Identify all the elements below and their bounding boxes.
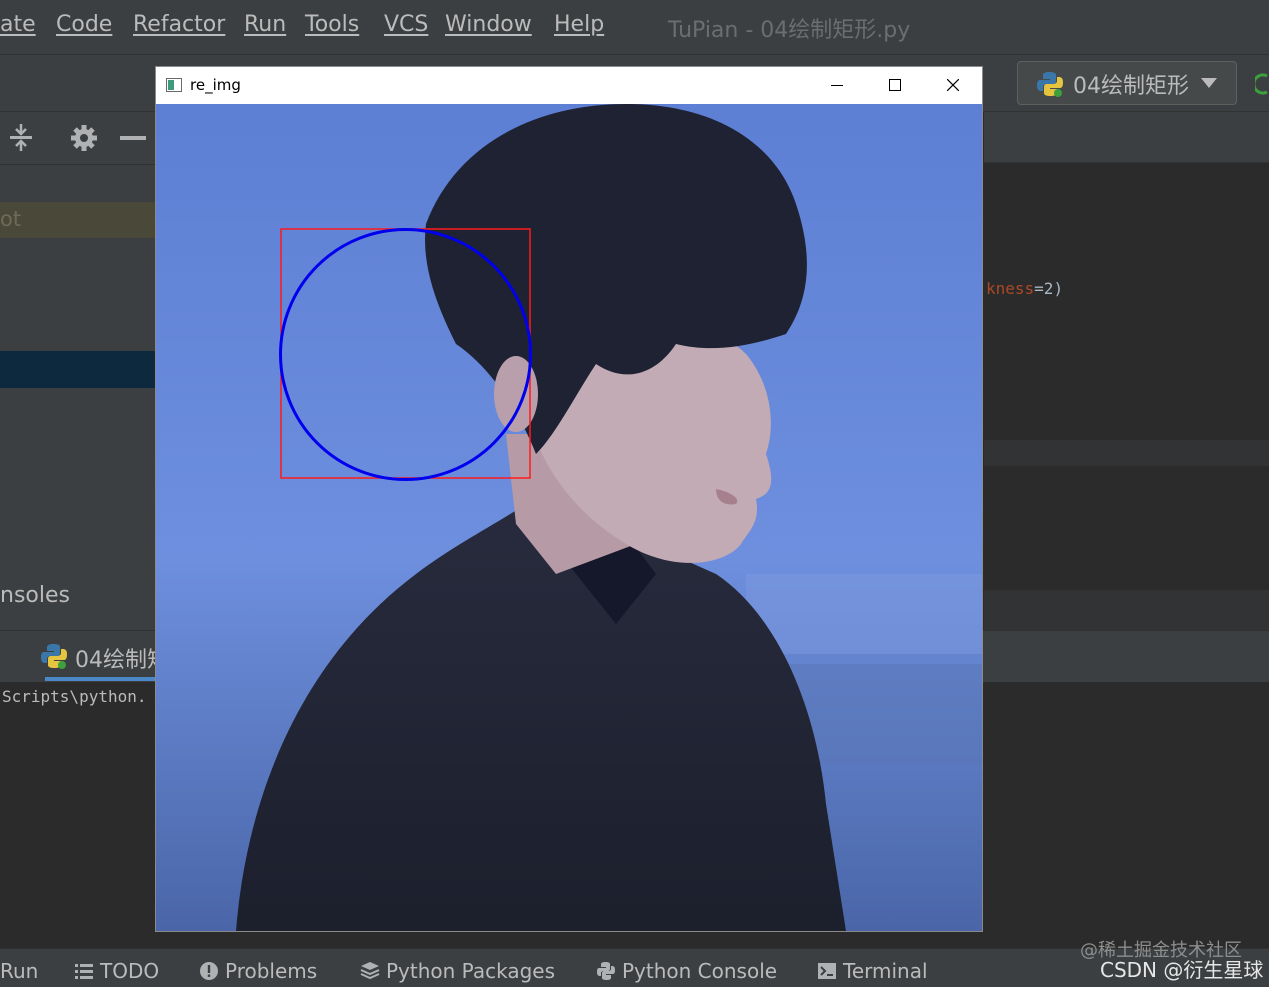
rerun-icon[interactable] — [1255, 72, 1269, 96]
bottom-tab-terminal-label: Terminal — [843, 959, 928, 983]
ide-window-title: TuPian - 04绘制矩形.py — [668, 18, 911, 43]
bottom-tab-problems[interactable]: Problems — [199, 959, 317, 983]
image-window[interactable]: re_img — [155, 66, 983, 932]
project-panel-toolbar — [0, 112, 156, 165]
console-output-line: Scripts\python. — [2, 687, 147, 706]
close-button[interactable] — [924, 67, 982, 104]
minimize-button[interactable] — [808, 67, 866, 104]
run-configuration-selector[interactable]: 04绘制矩形 — [1017, 61, 1237, 105]
bottom-tab-todo-label: TODO — [100, 959, 160, 983]
close-icon — [947, 79, 959, 91]
code-line: kness=2) — [986, 279, 1063, 298]
bottom-tab-python-packages[interactable]: Python Packages — [360, 959, 555, 983]
collapse-all-icon[interactable] — [8, 124, 34, 152]
editor-tab-bar — [984, 112, 1269, 163]
list-icon — [75, 964, 93, 979]
problems-icon — [200, 962, 218, 980]
menu-item-vcs[interactable]: VCS — [384, 12, 428, 37]
project-tree-item-label: ot — [0, 207, 22, 231]
bottom-tab-run-label: Run — [0, 959, 39, 983]
python-icon — [41, 644, 67, 669]
project-tree-active-row[interactable] — [0, 351, 156, 388]
menu-item-run[interactable]: Run — [244, 12, 286, 37]
run-configuration-label: 04绘制矩形 — [1073, 74, 1189, 99]
maximize-button[interactable] — [866, 67, 924, 104]
hide-panel-icon[interactable] — [120, 136, 146, 140]
code-param-value: =2) — [1034, 279, 1064, 298]
editor-gutter-strip — [984, 440, 1269, 466]
packages-icon — [360, 962, 380, 980]
window-app-icon — [166, 78, 182, 92]
bottom-tab-terminal[interactable]: Terminal — [817, 959, 928, 983]
menu-bar: ate Code Refactor Run Tools VCS Window H… — [0, 0, 1269, 55]
run-tab-selected-indicator — [45, 677, 156, 681]
menu-item-window[interactable]: Window — [445, 12, 532, 37]
menu-item-refactor[interactable]: Refactor — [133, 12, 225, 37]
image-canvas — [156, 104, 982, 931]
image-window-titlebar[interactable]: re_img — [156, 67, 982, 104]
run-tab[interactable]: 04绘制矩形 — [30, 632, 191, 680]
scratches-consoles-label[interactable]: nsoles — [0, 583, 70, 608]
editor-bottom-strip — [984, 590, 1269, 630]
chevron-down-icon — [1201, 78, 1217, 88]
python-icon — [597, 962, 615, 980]
maximize-icon — [889, 79, 901, 91]
minimize-icon — [831, 85, 843, 86]
gear-icon[interactable] — [70, 124, 98, 152]
bottom-tab-python-packages-label: Python Packages — [386, 959, 556, 983]
bottom-tab-python-console-label: Python Console — [622, 959, 778, 983]
image-window-title: re_img — [190, 76, 241, 94]
terminal-icon — [818, 963, 836, 979]
project-tree-selected-item[interactable]: ot — [0, 202, 156, 238]
python-icon — [1037, 72, 1063, 97]
bottom-tab-run[interactable]: Run — [0, 959, 38, 983]
code-param-name: kness — [986, 279, 1035, 298]
menu-item-tools[interactable]: Tools — [305, 12, 359, 37]
bottom-tab-python-console[interactable]: Python Console — [596, 959, 777, 983]
bottom-tab-todo[interactable]: TODO — [74, 959, 159, 983]
bottom-tab-problems-label: Problems — [225, 959, 318, 983]
photo — [156, 104, 982, 931]
menu-item-help[interactable]: Help — [554, 12, 604, 37]
watermark-csdn: CSDN @衍生星球 — [1100, 958, 1264, 982]
menu-item-code[interactable]: Code — [56, 12, 112, 37]
menu-item-navigate[interactable]: ate — [0, 12, 36, 37]
